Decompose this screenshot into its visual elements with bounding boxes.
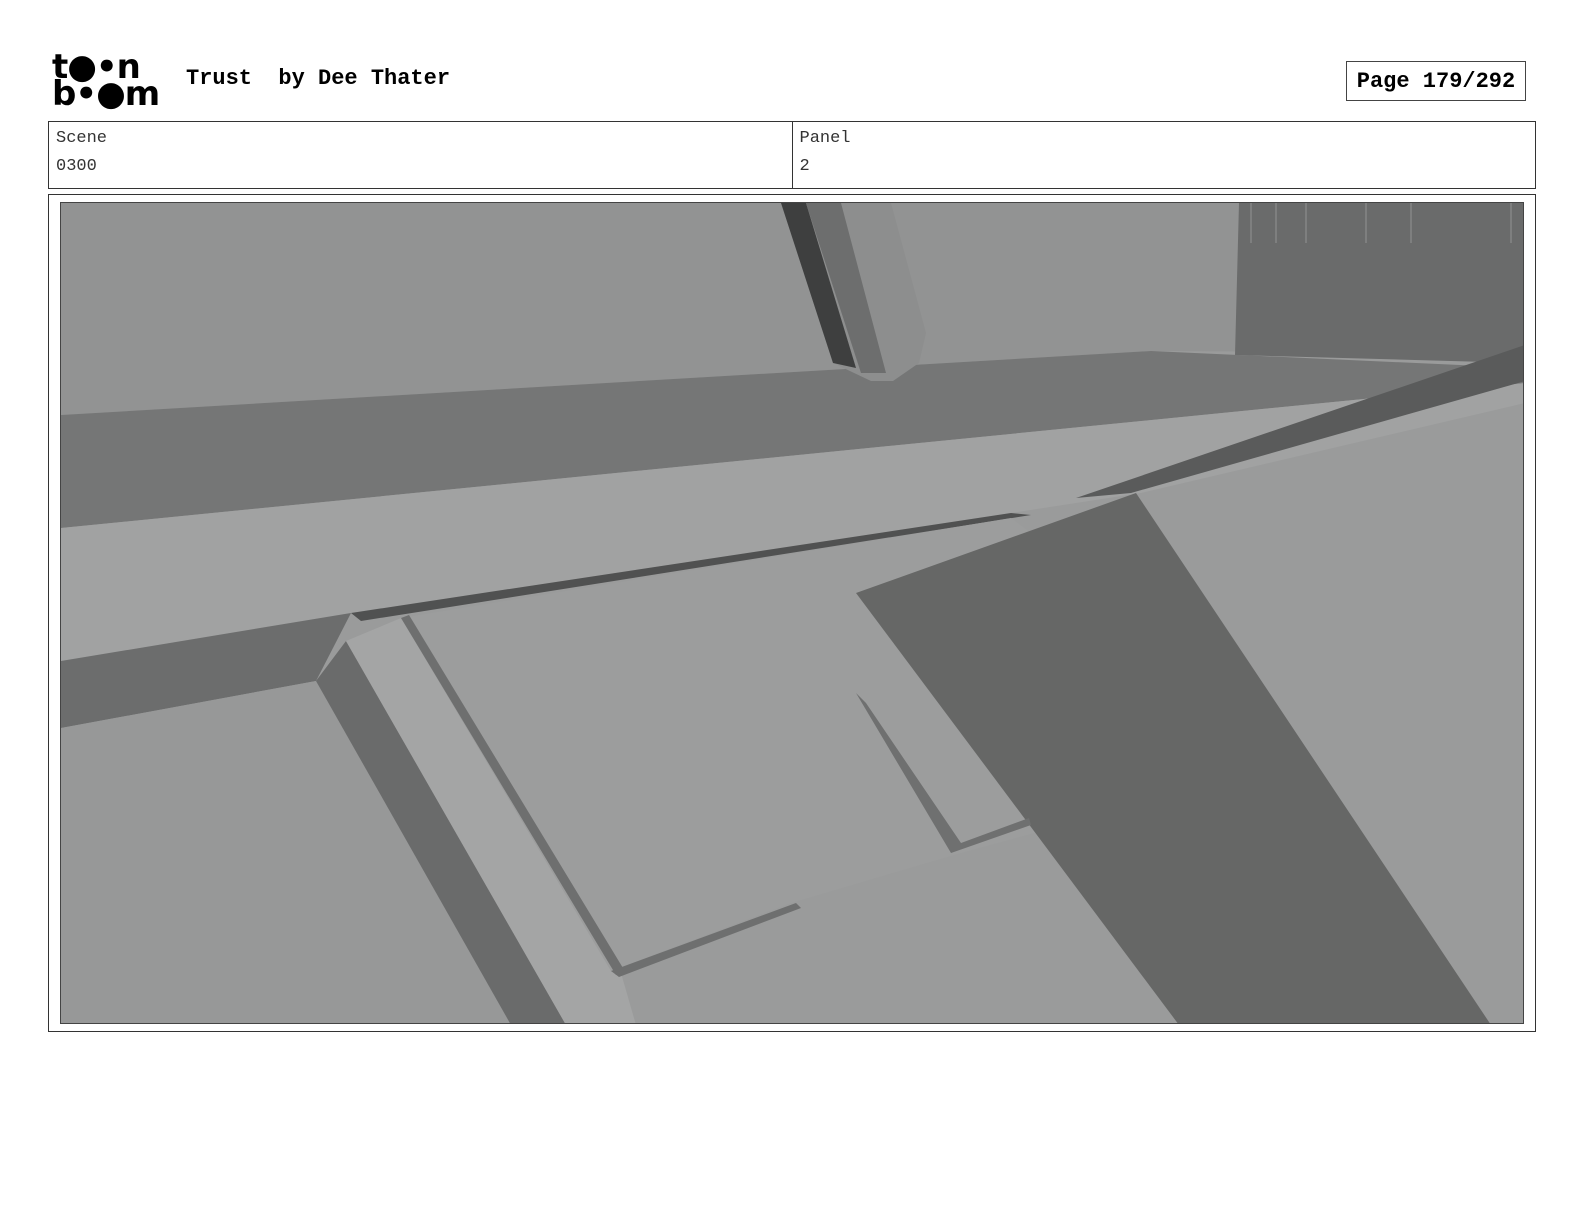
back-right-block bbox=[1235, 203, 1523, 363]
scene-cell: Scene 0300 bbox=[49, 122, 792, 188]
storyboard-panel-image bbox=[60, 202, 1524, 1024]
scene-panel-info-table: Scene 0300 Panel 2 bbox=[48, 121, 1536, 189]
panel-cell: Panel 2 bbox=[791, 122, 1536, 188]
document-title: Trust by Dee Thater bbox=[186, 66, 451, 91]
scene-label: Scene bbox=[56, 129, 108, 148]
panel-label: Panel bbox=[799, 129, 851, 148]
toon-boom-logo: t●•n b•●m bbox=[52, 50, 164, 112]
3d-render-image bbox=[61, 203, 1523, 1023]
logo-line-2: b•●m bbox=[52, 74, 160, 114]
panel-value: 2 bbox=[799, 157, 810, 176]
page-number-box: Page 179/292 bbox=[1346, 61, 1526, 101]
scene-value: 0300 bbox=[56, 157, 97, 176]
page-number: Page 179/292 bbox=[1356, 68, 1516, 94]
